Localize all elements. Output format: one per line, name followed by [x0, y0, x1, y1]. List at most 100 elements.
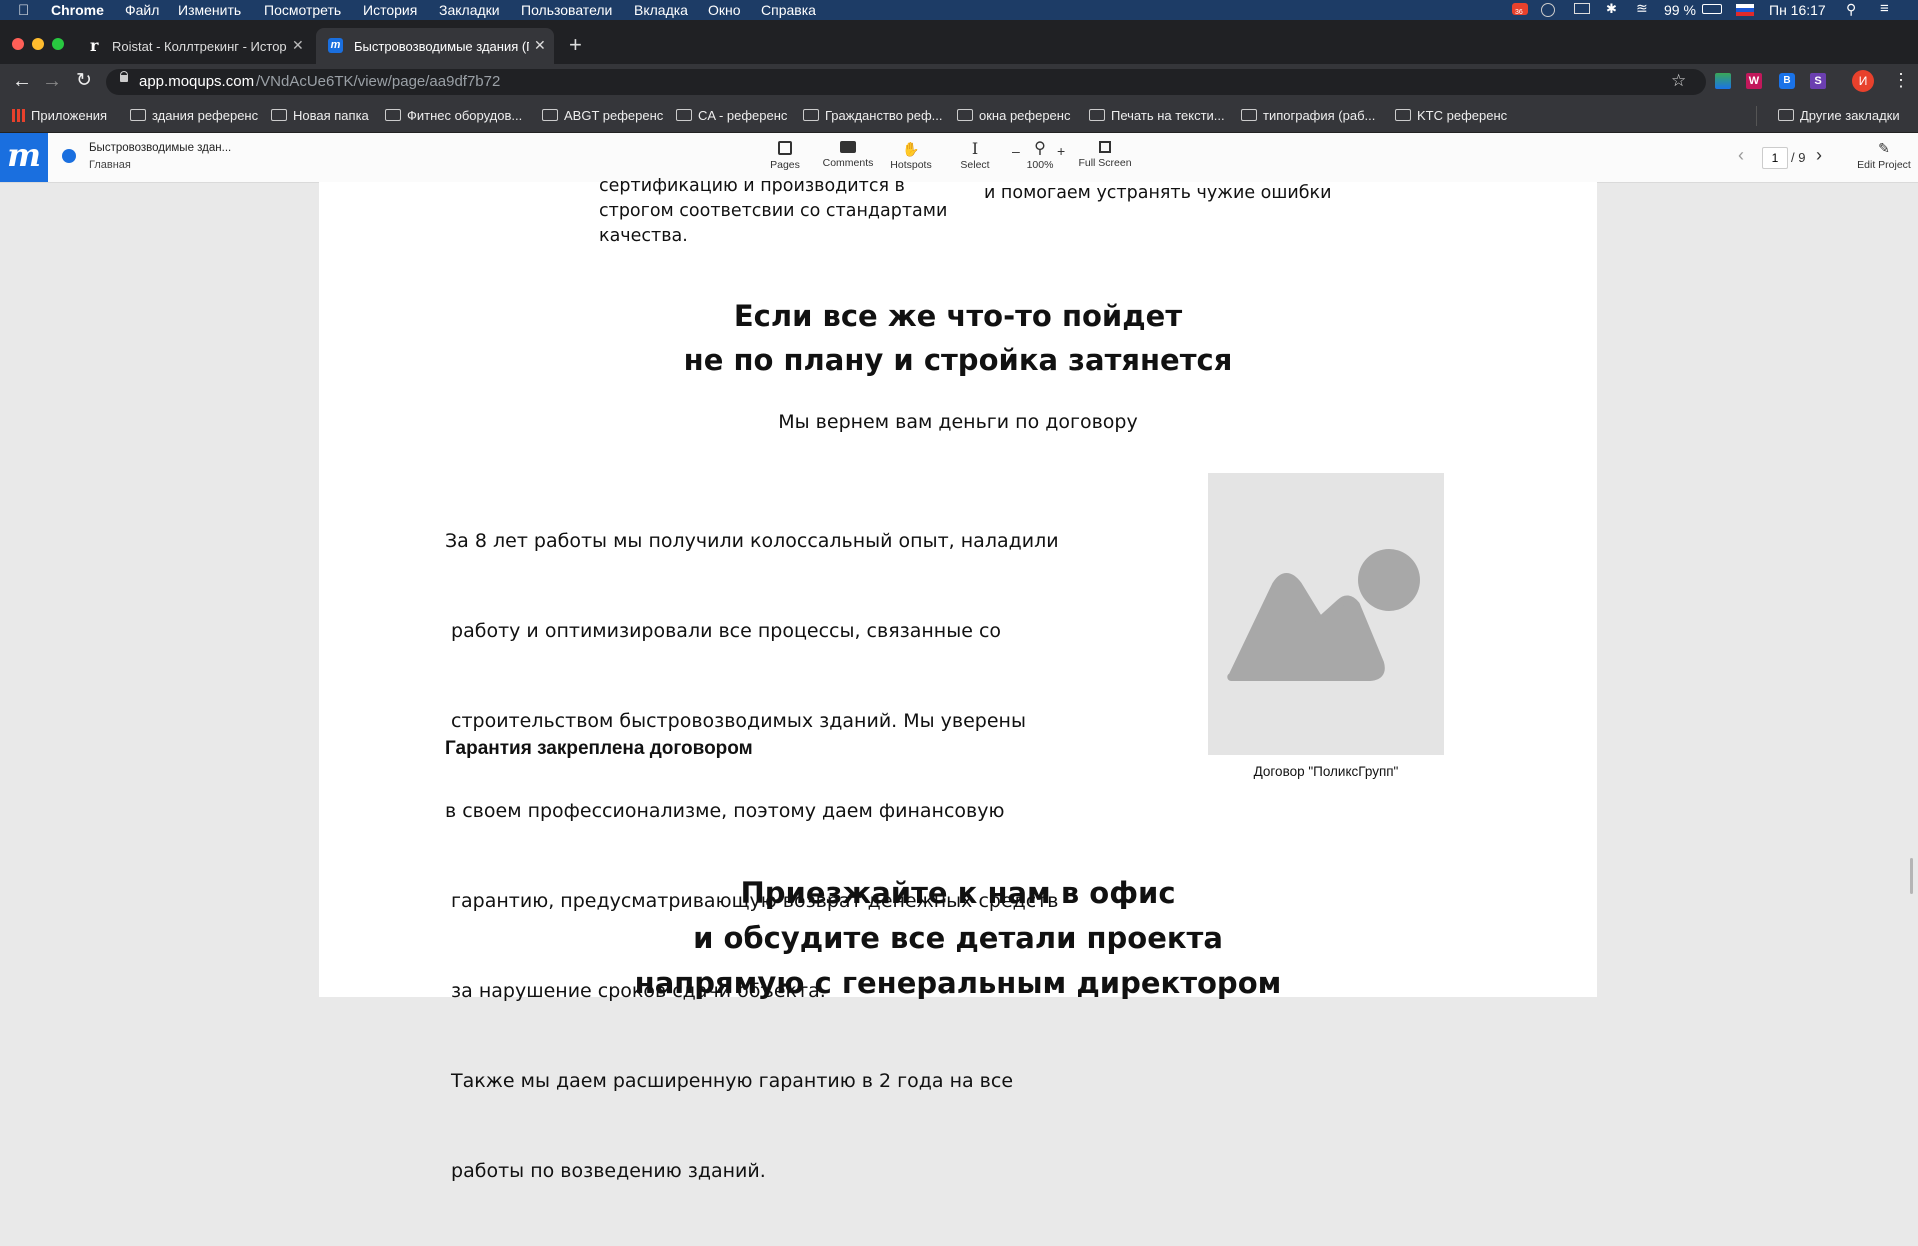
tool-label: Comments [822, 157, 874, 169]
zoom-out-button[interactable]: – [1012, 143, 1020, 159]
paragraph-line: в своем профессионализме, поэтому даем ф… [445, 800, 1005, 822]
menu-item-help[interactable]: Справка [761, 2, 816, 18]
reload-icon[interactable]: ↻ [76, 69, 92, 92]
profile-avatar[interactable]: И [1852, 70, 1874, 92]
prev-page-arrow-icon[interactable]: ‹ [1738, 145, 1744, 166]
apple-icon[interactable]:  [18, 2, 29, 19]
heading-line: напрямую с генеральным директором [634, 966, 1282, 1000]
bookmark-folder[interactable]: Гражданство реф... [803, 108, 943, 123]
battery-icon[interactable] [1702, 4, 1722, 14]
spotlight-search-icon[interactable]: ⚲ [1846, 1, 1856, 18]
zoom-in-button[interactable]: + [1057, 143, 1065, 159]
folder-icon [1241, 109, 1257, 121]
paragraph-line: строительством быстровозводимых зданий. … [445, 710, 1026, 732]
menu-item-window[interactable]: Окно [708, 2, 741, 18]
bookmark-folder[interactable]: Печать на тексти... [1089, 108, 1225, 123]
bookmark-folder[interactable]: CA - референс [676, 108, 787, 123]
menu-item-users[interactable]: Пользователи [521, 2, 612, 18]
hand-cursor-icon: ✋ [902, 141, 920, 157]
moqups-logo[interactable]: m [0, 133, 48, 182]
extension-b-icon[interactable]: B [1779, 73, 1795, 89]
bluetooth-icon[interactable]: ✱ [1606, 1, 1617, 17]
menubar-clock[interactable]: Пн 16:17 [1769, 2, 1826, 18]
paragraph-line: работу и оптимизировали все процессы, св… [445, 620, 1002, 642]
folder-icon [385, 109, 401, 121]
menu-item-file[interactable]: Файл [125, 2, 159, 18]
notification-badge: 36 [1515, 9, 1523, 16]
bookmark-label: Гражданство реф... [825, 108, 943, 123]
window-minimize-icon[interactable] [32, 38, 44, 50]
hotspots-tool[interactable]: ✋ Hotspots [885, 141, 937, 171]
pages-icon [778, 141, 792, 155]
bookmark-label: Приложения [31, 108, 108, 123]
extension-w-icon[interactable]: W [1746, 73, 1762, 89]
url-path: /VNdAcUe6TK/view/page/aa9df7b72 [256, 73, 501, 90]
paragraph-line: работы по возведению зданий. [445, 1160, 766, 1182]
apps-grid-icon [12, 109, 25, 122]
fullscreen-icon [1099, 141, 1111, 153]
chrome-menu-icon[interactable]: ⋮ [1892, 70, 1910, 91]
next-page-arrow-icon[interactable]: › [1816, 145, 1822, 166]
tab-close-icon[interactable]: ✕ [534, 37, 546, 54]
wifi-icon[interactable]: ≊ [1636, 0, 1648, 17]
bookmark-label: здания референс [152, 108, 259, 123]
menu-app-name[interactable]: Chrome [51, 2, 104, 18]
bookmark-folder[interactable]: Фитнес оборудов... [385, 108, 522, 123]
heading-line: не по плану и стройка затянется [683, 343, 1233, 377]
bookmark-folder[interactable]: KTC референс [1395, 108, 1507, 123]
airplay-icon[interactable] [1574, 3, 1590, 14]
menu-item-edit[interactable]: Изменить [178, 2, 241, 18]
pages-tool[interactable]: Pages [766, 141, 804, 171]
bookmark-other[interactable]: Другие закладки [1778, 108, 1900, 123]
bookmark-folder[interactable]: здания референс [130, 108, 258, 123]
paragraph-line: За 8 лет работы мы получили колоссальный… [445, 530, 1059, 552]
creative-cloud-icon[interactable] [1541, 3, 1555, 17]
bookmark-folder[interactable]: Новая папка [271, 108, 369, 123]
bookmark-folder[interactable]: ABGT референс [542, 108, 663, 123]
battery-percent: 99 % [1664, 2, 1696, 18]
bookmark-label: Новая папка [293, 108, 369, 123]
flag-ru-icon[interactable] [1736, 4, 1754, 16]
bookmark-label: типография (раб... [1263, 108, 1376, 123]
window-maximize-icon[interactable] [52, 38, 64, 50]
extension-grid-icon[interactable] [1715, 73, 1731, 89]
address-bar[interactable]: app.moqups.com /VNdAcUe6TK/view/page/aa9… [106, 69, 1706, 95]
roistat-favicon-icon: r [90, 36, 99, 55]
menu-item-view[interactable]: Посмотреть [264, 2, 341, 18]
bookmark-folder[interactable]: окна референс [957, 108, 1070, 123]
bookmark-apps[interactable]: Приложения [12, 108, 107, 123]
menu-item-history[interactable]: История [363, 2, 417, 18]
scrollbar-thumb[interactable] [1910, 858, 1913, 894]
comments-tool[interactable]: Comments [818, 141, 878, 169]
bookmark-label: KTC референс [1417, 108, 1508, 123]
page-number-input[interactable]: 1 [1762, 147, 1788, 169]
project-title[interactable]: Быстровозводимые здан... [89, 142, 231, 154]
text-cursor-icon: I [971, 139, 979, 158]
edit-project-button[interactable]: ✎ Edit Project [1852, 141, 1916, 171]
zoom-tool[interactable]: ⚲ 100% [1022, 141, 1058, 172]
forward-arrow-icon[interactable]: → [42, 70, 62, 93]
new-tab-button[interactable]: + [569, 32, 582, 58]
tab-roistat[interactable]: r Roistat - Коллтрекинг - Истор ✕ [80, 28, 312, 64]
tab-close-icon[interactable]: ✕ [292, 37, 304, 54]
menu-item-bookmarks[interactable]: Закладки [439, 2, 500, 18]
select-tool[interactable]: I Select [953, 139, 997, 172]
bookmark-folder[interactable]: типография (раб... [1241, 108, 1375, 123]
macos-menu-bar:  Chrome Файл Изменить Посмотреть Истори… [0, 0, 1918, 20]
bookmark-label: CA - референс [698, 108, 788, 123]
fullscreen-tool[interactable]: Full Screen [1074, 141, 1136, 169]
page-name[interactable]: Главная [89, 159, 131, 171]
menu-item-tab[interactable]: Вкладка [634, 2, 688, 18]
bookmark-star-icon[interactable]: ☆ [1671, 71, 1686, 91]
page-total: / 9 [1791, 150, 1806, 165]
back-arrow-icon[interactable]: ← [12, 70, 32, 93]
extension-s-icon[interactable]: S [1810, 73, 1826, 89]
window-close-icon[interactable] [12, 38, 24, 50]
tab-moqups-active[interactable]: m Быстровозводимые здания (Г ✕ [316, 28, 554, 64]
tool-label: Hotspots [890, 159, 932, 171]
notification-center-icon[interactable]: ≡ [1880, 0, 1889, 17]
bookmark-label: Печать на тексти... [1111, 108, 1225, 123]
top-right-text: и помогаем устранять чужие ошибки [984, 183, 1332, 203]
bookmark-label: ABGT референс [564, 108, 664, 123]
folder-icon [676, 109, 692, 121]
